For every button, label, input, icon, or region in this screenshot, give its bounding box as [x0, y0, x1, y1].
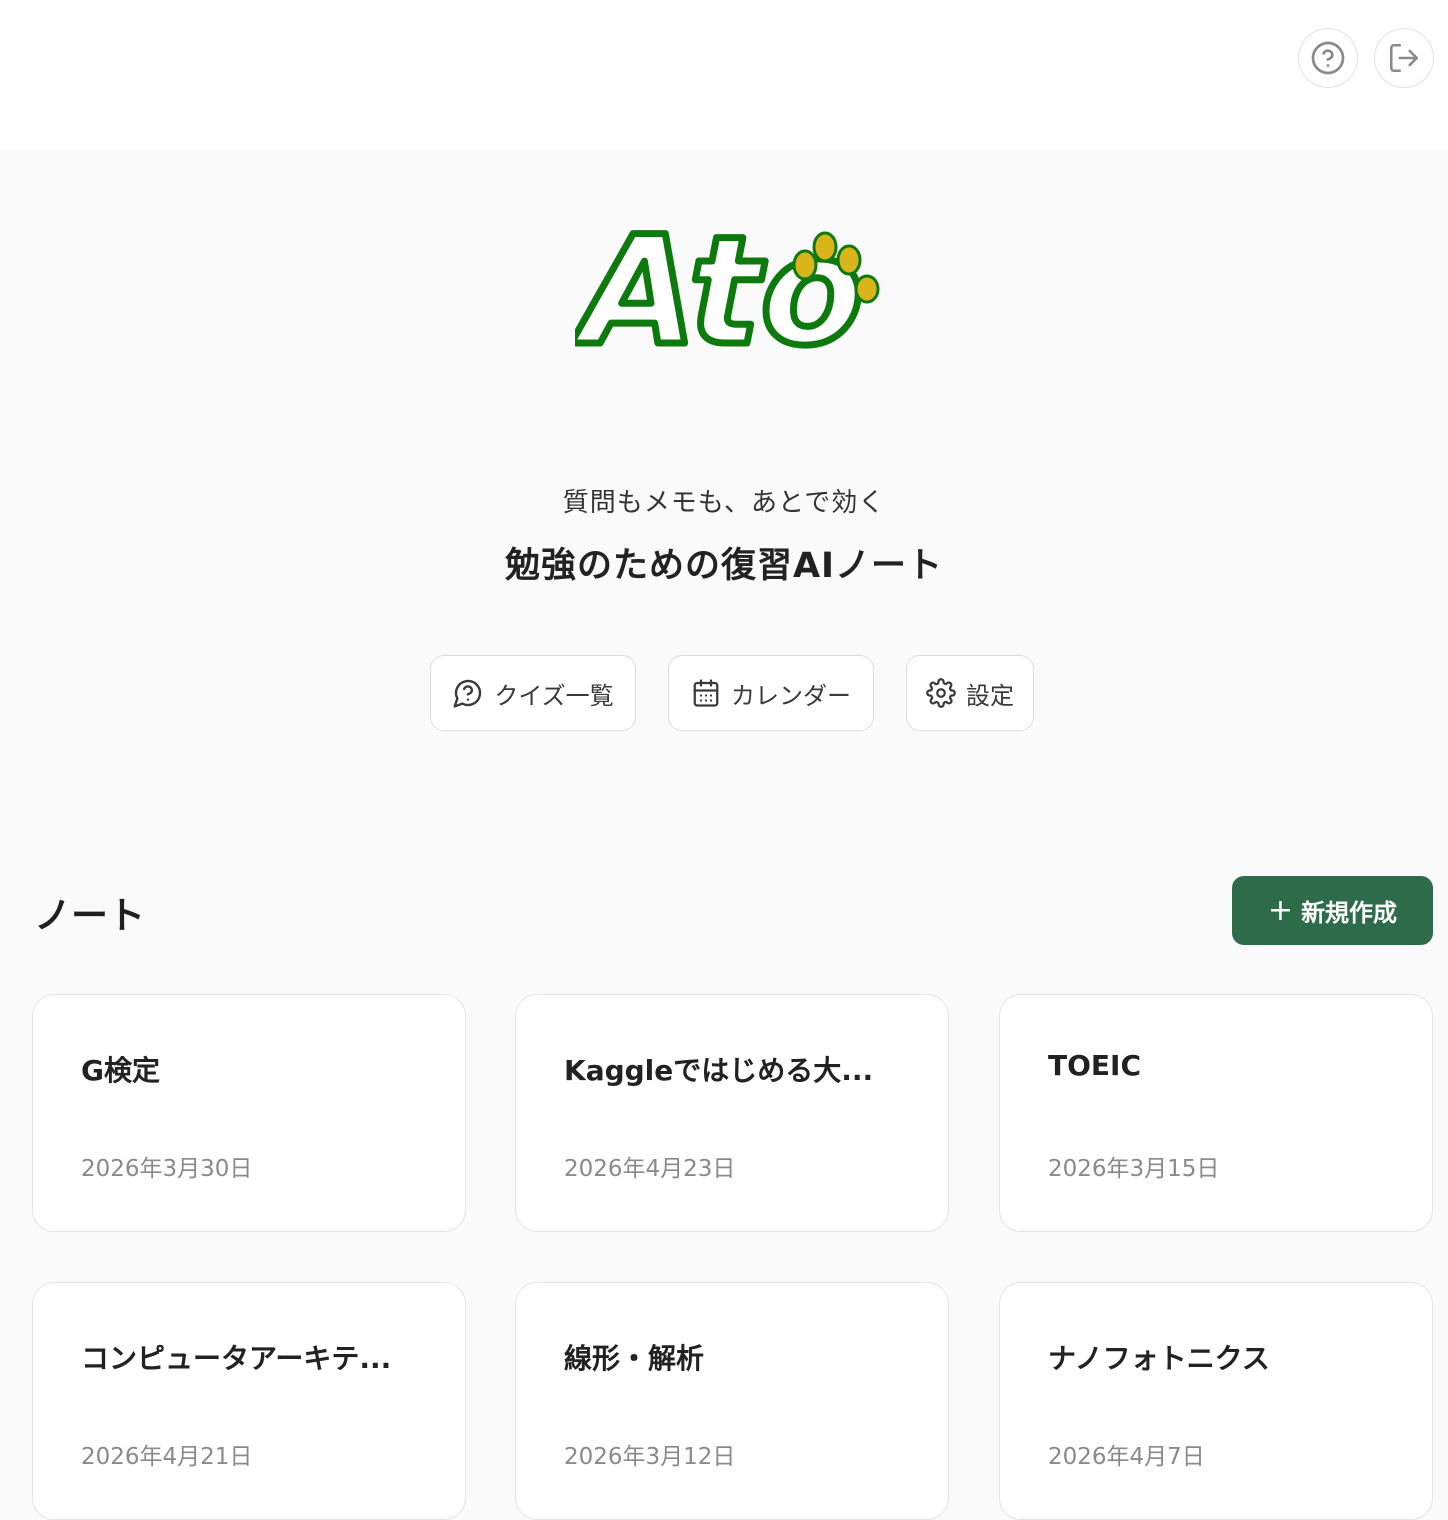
note-card[interactable]: ナノフォトニクス 2026年4月7日 — [999, 1282, 1433, 1520]
calendar-button[interactable]: カレンダー — [668, 655, 874, 731]
new-note-button[interactable]: + 新規作成 — [1232, 876, 1433, 945]
settings-label: 設定 — [966, 681, 1014, 710]
note-title: 線形・解析 — [564, 1342, 705, 1375]
help-circle-icon — [1311, 41, 1345, 75]
note-date: 2026年3月30日 — [81, 1156, 253, 1182]
plus-icon: + — [1267, 892, 1294, 928]
gear-icon — [926, 678, 956, 708]
help-button[interactable] — [1298, 28, 1358, 88]
ato-logo: Ato — [575, 202, 880, 365]
note-card[interactable]: TOEIC 2026年3月15日 — [999, 994, 1433, 1232]
logout-button[interactable] — [1374, 28, 1434, 88]
logout-icon — [1389, 43, 1419, 73]
note-card[interactable]: Kaggleではじめる大... 2026年4月23日 — [515, 994, 949, 1232]
calendar-label: カレンダー — [731, 681, 851, 710]
note-title: ナノフォトニクス — [1048, 1342, 1270, 1375]
note-date: 2026年3月15日 — [1048, 1156, 1220, 1182]
quiz-list-label: クイズ一覧 — [494, 681, 614, 710]
notes-section-title: ノート — [34, 894, 145, 937]
note-title: G検定 — [81, 1054, 160, 1087]
note-date: 2026年3月12日 — [564, 1444, 736, 1470]
note-title: コンピュータアーキテ... — [81, 1342, 392, 1375]
note-date: 2026年4月21日 — [81, 1444, 253, 1470]
quiz-list-button[interactable]: クイズ一覧 — [430, 655, 636, 731]
hero-title: 勉強のための復習AIノート — [504, 546, 944, 586]
note-card[interactable]: コンピュータアーキテ... 2026年4月21日 — [32, 1282, 466, 1520]
quiz-chat-icon — [453, 679, 482, 708]
note-title: TOEIC — [1048, 1049, 1141, 1082]
calendar-icon — [693, 679, 719, 707]
note-card[interactable]: G検定 2026年3月30日 — [32, 994, 466, 1232]
svg-text:Ato: Ato — [575, 205, 864, 365]
note-title: Kaggleではじめる大... — [564, 1054, 874, 1087]
tagline: 質問もメモも、あとで効く — [562, 488, 886, 518]
note-date: 2026年4月23日 — [564, 1156, 736, 1182]
settings-button[interactable]: 設定 — [906, 655, 1034, 731]
new-note-label: 新規作成 — [1301, 899, 1398, 927]
top-bar — [0, 0, 1448, 150]
note-card[interactable]: 線形・解析 2026年3月12日 — [515, 1282, 949, 1520]
note-date: 2026年4月7日 — [1048, 1444, 1205, 1470]
